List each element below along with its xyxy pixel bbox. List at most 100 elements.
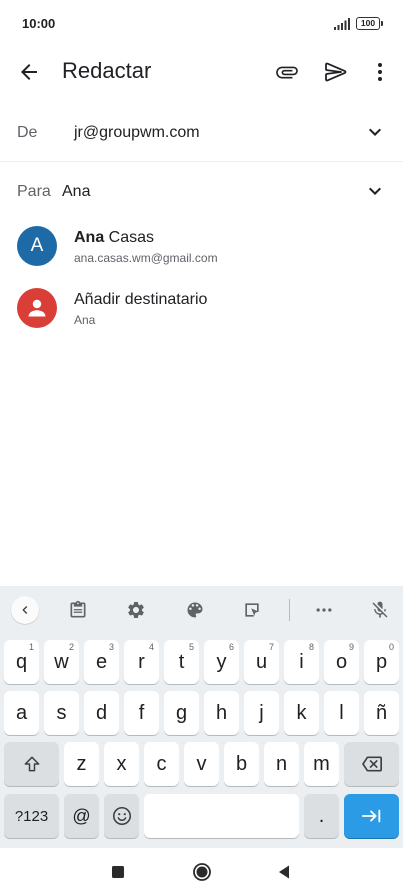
to-row: Para	[0, 164, 403, 216]
more-vert-icon	[378, 63, 382, 81]
key-hint: 9	[348, 642, 354, 652]
select-icon	[245, 603, 259, 617]
key-x[interactable]: x	[104, 742, 139, 786]
key-n-tilde[interactable]: ñ	[364, 691, 399, 735]
key-o[interactable]: o9	[324, 640, 359, 684]
key-hint: 6	[228, 642, 234, 652]
send-button[interactable]	[316, 52, 356, 92]
settings-button[interactable]	[122, 596, 150, 624]
key-y[interactable]: y6	[204, 640, 239, 684]
backspace-icon	[361, 756, 382, 772]
key-t[interactable]: t5	[164, 640, 199, 684]
gear-icon	[128, 602, 144, 618]
send-icon	[325, 62, 347, 82]
key-b[interactable]: b	[224, 742, 259, 786]
symbols-key[interactable]: ?123	[4, 794, 59, 838]
chevron-left-icon	[22, 606, 28, 614]
more-options-button[interactable]	[360, 52, 400, 92]
signal-icon	[334, 18, 350, 30]
to-expand-button[interactable]	[363, 179, 387, 203]
key-label: o	[335, 650, 348, 673]
key-label: r	[138, 650, 145, 673]
avatar: A	[17, 226, 57, 266]
key-label: e	[95, 650, 108, 673]
backspace-key[interactable]	[344, 742, 399, 786]
battery-level: 100	[360, 18, 376, 28]
key-r[interactable]: r4	[124, 640, 159, 684]
keyboard-back-button[interactable]	[11, 596, 39, 624]
shift-icon	[24, 756, 39, 772]
key-f[interactable]: f	[124, 691, 159, 735]
key-q[interactable]: q1	[4, 640, 39, 684]
resize-keyboard-button[interactable]	[238, 596, 266, 624]
status-bar: 10:00 100	[0, 0, 403, 48]
key-l[interactable]: l	[324, 691, 359, 735]
attach-button[interactable]	[267, 52, 307, 92]
more-tools-button[interactable]	[310, 596, 338, 624]
key-k[interactable]: k	[284, 691, 319, 735]
key-u[interactable]: u7	[244, 640, 279, 684]
key-hint: 3	[108, 642, 114, 652]
shift-key[interactable]	[4, 742, 59, 786]
back-button[interactable]	[9, 52, 49, 92]
paperclip-icon	[276, 66, 298, 79]
home-circle-icon	[193, 863, 211, 881]
spacebar-key[interactable]	[144, 794, 299, 838]
key-n[interactable]: n	[264, 742, 299, 786]
key-d[interactable]: d	[84, 691, 119, 735]
emoji-key[interactable]	[104, 794, 139, 838]
contact-name: Ana Casas	[74, 229, 154, 247]
key-h[interactable]: h	[204, 691, 239, 735]
to-label: Para	[17, 183, 51, 200]
key-z[interactable]: z	[64, 742, 99, 786]
key-g[interactable]: g	[164, 691, 199, 735]
key-v[interactable]: v	[184, 742, 219, 786]
home-button[interactable]	[190, 860, 214, 884]
key-m[interactable]: m	[304, 742, 339, 786]
from-account-selector[interactable]: jr@groupwm.com	[74, 124, 200, 142]
key-s[interactable]: s	[44, 691, 79, 735]
arrow-back-icon	[21, 64, 37, 80]
next-key[interactable]	[344, 794, 399, 838]
key-hint: 2	[68, 642, 74, 652]
chevron-down-icon	[369, 187, 381, 195]
to-input[interactable]	[62, 181, 342, 203]
key-label: w	[54, 650, 69, 673]
key-a[interactable]: a	[4, 691, 39, 735]
key-p[interactable]: p0	[364, 640, 399, 684]
keyboard: q1 w2 e3 r4 t5 y6 u7 i8 o9 p0 a s d f g …	[0, 586, 403, 848]
clipboard-button[interactable]	[64, 596, 92, 624]
key-e[interactable]: e3	[84, 640, 119, 684]
square-icon	[112, 866, 124, 878]
key-at[interactable]: @	[64, 794, 99, 838]
more-horiz-icon	[316, 608, 332, 612]
palette-icon	[187, 602, 203, 618]
mic-off-icon	[372, 601, 388, 618]
page-title: Redactar	[62, 58, 152, 83]
avatar	[17, 288, 57, 328]
person-icon	[28, 299, 46, 317]
add-recipient-suggestion[interactable]: Añadir destinatario Ana	[0, 278, 403, 338]
from-expand-button[interactable]	[363, 120, 387, 144]
key-c[interactable]: c	[144, 742, 179, 786]
key-i[interactable]: i8	[284, 640, 319, 684]
chevron-down-icon	[369, 128, 381, 136]
key-hint: 0	[388, 642, 394, 652]
voice-input-button[interactable]	[366, 596, 394, 624]
triangle-back-icon	[279, 865, 289, 879]
key-period[interactable]: .	[304, 794, 339, 838]
battery-icon: 100	[356, 17, 383, 30]
add-recipient-label: Añadir destinatario	[74, 291, 208, 308]
key-label: y	[216, 650, 227, 673]
key-w[interactable]: w2	[44, 640, 79, 684]
status-time: 10:00	[22, 16, 56, 31]
back-nav-button[interactable]	[272, 860, 296, 884]
contact-suggestion[interactable]: A Ana Casas ana.casas.wm@gmail.com	[0, 216, 403, 276]
key-j[interactable]: j	[244, 691, 279, 735]
avatar-initial: A	[30, 235, 44, 256]
theme-button[interactable]	[181, 596, 209, 624]
key-hint: 4	[148, 642, 154, 652]
nav-bar	[0, 848, 403, 896]
key-label: q	[15, 650, 28, 673]
recents-button[interactable]	[106, 860, 130, 884]
